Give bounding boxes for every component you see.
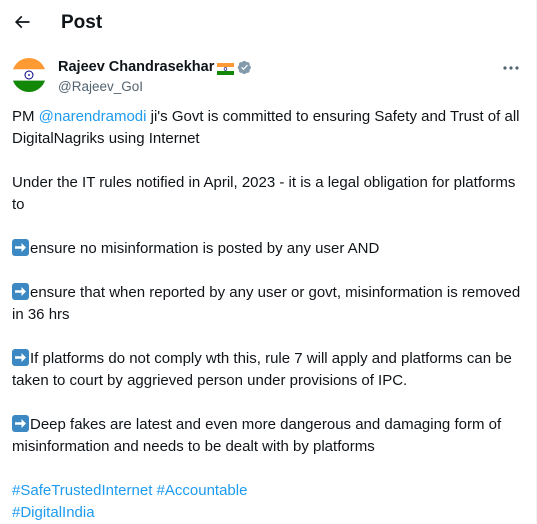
author-name-row: Rajeev Chandrasekhar [58, 58, 252, 77]
mention-link[interactable]: @narendramodi [39, 108, 147, 125]
page-title: Post [61, 12, 103, 33]
post-text: PM @narendramodi ji's Govt is committed … [12, 106, 527, 524]
author-handle[interactable]: @Rajeev_GoI [58, 78, 143, 95]
bullet-3: If platforms do not comply wth this, rul… [12, 349, 512, 389]
bullet-1: ensure no misinformation is posted by an… [12, 238, 527, 260]
more-options-button[interactable] [500, 60, 522, 76]
post-paragraph-2: Under the IT rules notified in April, 20… [12, 174, 516, 213]
right-arrow-emoji-icon [12, 283, 29, 300]
right-arrow-emoji-icon [12, 349, 29, 366]
arrow-left-icon [14, 15, 30, 29]
hashtag-line-1: #SafeTrustedInternet #Accountable [12, 480, 527, 502]
india-flag-avatar-icon [12, 58, 46, 92]
right-arrow-emoji-icon [12, 415, 29, 432]
hashtag-digitalindia[interactable]: #DigitalIndia [12, 504, 95, 521]
author-name[interactable]: Rajeev Chandrasekhar [58, 58, 214, 77]
more-dots-icon [503, 66, 519, 70]
bullet-2: ensure that when reported by any user or… [12, 283, 521, 323]
hashtag-line-2: #DigitalIndia [12, 502, 527, 524]
verified-badge-icon[interactable] [237, 60, 252, 75]
india-flag-emoji-icon [217, 62, 235, 75]
right-arrow-emoji-icon [12, 239, 29, 256]
post-header: Post [0, 0, 537, 46]
back-button[interactable] [8, 8, 36, 36]
avatar[interactable] [12, 58, 46, 92]
bullet-4: Deep fakes are latest and even more dang… [12, 415, 502, 455]
hashtag-safetrustedinternet[interactable]: #SafeTrustedInternet [12, 482, 152, 499]
hashtag-accountable[interactable]: #Accountable [157, 482, 248, 499]
post-paragraph-1: PM @narendramodi ji's Govt is committed … [12, 108, 520, 147]
